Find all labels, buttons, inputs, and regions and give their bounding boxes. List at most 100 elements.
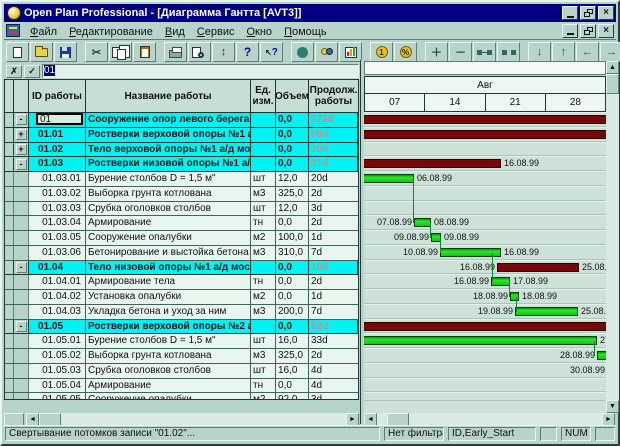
gantt-task-bar[interactable] [414,218,431,227]
print-preview-icon[interactable] [188,42,211,62]
cell-activity-name[interactable]: Установка опалубки [86,290,251,304]
cell-activity-name[interactable]: Сооружение опор левого берега [86,113,251,127]
cell-unit[interactable]: м2 [251,290,276,304]
cell-duration[interactable]: 52d [309,320,358,334]
cell-unit[interactable]: тн [251,379,276,393]
cell-activity-name[interactable]: Тело верховой опоры №1 а/д моста [86,143,251,157]
cell-activity-name[interactable]: Выборка грунта котлована [86,349,251,363]
cell-duration[interactable]: 1d [309,290,358,304]
cell-activity-id[interactable]: 01.05.01 [29,334,86,348]
confirm-icon[interactable]: ✓ [24,65,40,78]
cell-activity-id[interactable]: 01.04.02 [29,290,86,304]
cell-volume[interactable]: 0,0 [276,275,309,289]
gantt-summary-bar[interactable] [364,130,606,139]
cell-volume[interactable]: 0,0 [276,379,309,393]
menu-помощь[interactable]: Помощь [278,25,333,39]
cell-duration[interactable]: 2d [309,275,358,289]
close-button[interactable]: × [598,6,614,20]
cell-activity-id[interactable]: 01.05.05 [29,393,86,399]
cell-volume[interactable]: 12,0 [276,202,309,216]
cell-duration[interactable]: 4d [309,364,358,378]
collapse-icon[interactable]: - [16,114,27,125]
cell-activity-id[interactable]: 01.05 [29,320,86,334]
cut-icon[interactable]: ✂ [85,42,108,62]
cell-unit[interactable] [251,128,276,142]
cell-unit[interactable]: м3 [251,349,276,363]
cell-activity-id[interactable]: 01.02 [29,143,86,157]
menu-вид[interactable]: Вид [159,25,191,39]
cell-activity-name[interactable]: Армирование тела [86,275,251,289]
scroll-down-icon[interactable]: ▼ [606,400,619,413]
gantt-task-bar[interactable] [364,336,597,345]
cell-activity-id[interactable]: 01.03.01 [29,172,86,186]
cell-volume[interactable]: 92,0 [276,393,309,399]
cell-duration[interactable]: 3d [309,393,358,399]
open-project-icon[interactable] [30,42,53,62]
cell-unit[interactable] [251,113,276,127]
mdi-minimize-button[interactable] [562,24,578,38]
new-document-icon[interactable] [6,42,29,62]
minimize-button[interactable] [562,6,578,20]
arrow-right-icon[interactable]: → [600,42,620,62]
cell-duration[interactable]: 4d [309,379,358,393]
cell-activity-name[interactable]: Выборка грунта котлована [86,187,251,201]
cell-volume[interactable]: 0,0 [276,143,309,157]
sort-updown-icon[interactable]: ↕ [212,42,235,62]
cell-activity-name[interactable]: Ростверки верховой опоры №2 а/д [86,320,251,334]
cell-unit[interactable] [251,143,276,157]
cell-duration[interactable]: 10d [309,261,358,275]
cell-unit[interactable] [251,261,276,275]
cell-duration[interactable]: 173d [309,113,358,127]
restore-button[interactable] [580,6,596,20]
cell-duration[interactable]: 7d [309,305,358,319]
cell-unit[interactable]: м2 [251,231,276,245]
cell-volume[interactable]: 325,0 [276,187,309,201]
collapse-icon[interactable]: - [16,262,27,273]
gantt-task-bar[interactable] [364,174,414,183]
cell-activity-id[interactable]: 01.05.04 [29,379,86,393]
cell-volume[interactable]: 0,0 [276,320,309,334]
document-icon[interactable] [6,24,20,37]
cell-volume[interactable]: 0,0 [276,216,309,230]
active-cell[interactable]: 01 [36,113,83,125]
remove-activity-icon[interactable]: － [449,42,472,62]
cell-activity-id[interactable]: 01.03.03 [29,202,86,216]
copy-icon[interactable] [109,42,132,62]
cell-activity-name[interactable]: Армирование [86,216,251,230]
cell-unit[interactable]: м2 [251,393,276,399]
vertical-scroll-thumb[interactable] [606,74,619,94]
cell-activity-name[interactable]: Укладка бетона и уход за ним [86,305,251,319]
cell-unit[interactable]: шт [251,334,276,348]
cell-volume[interactable]: 200,0 [276,305,309,319]
expand-icon[interactable]: + [16,129,27,140]
menu-редактирование[interactable]: Редактирование [63,25,159,39]
col-header-duration[interactable]: Продолж. работы [309,80,358,112]
cell-unit[interactable]: шт [251,364,276,378]
cell-duration[interactable]: 2d [309,349,358,363]
cell-duration[interactable]: 7d [309,246,358,260]
cell-activity-id[interactable]: 01.01 [29,128,86,142]
collapse-icon[interactable]: - [16,159,27,170]
mdi-close-button[interactable]: × [598,24,614,38]
cell-activity-name[interactable]: Бетонирование и выстойка бетона [86,246,251,260]
gantt-task-bar[interactable] [491,277,510,286]
cell-duration[interactable]: 33d [309,334,358,348]
gantt-task-bar[interactable] [510,292,519,301]
cell-volume[interactable]: 325,0 [276,349,309,363]
add-activity-icon[interactable]: ＋ [425,42,448,62]
mdi-restore-button[interactable] [580,24,596,38]
collapse-icon[interactable]: - [16,321,27,332]
gantt-task-bar[interactable] [515,307,578,316]
cell-activity-id[interactable]: 01.05.03 [29,364,86,378]
cell-unit[interactable]: шт [251,172,276,186]
arrow-left-icon[interactable]: ← [576,42,599,62]
cell-activity-name[interactable]: Ростверки низовой опоры №1 а/д м [86,157,251,171]
cell-unit[interactable]: тн [251,216,276,230]
cell-activity-id[interactable]: 01.03.02 [29,187,86,201]
cell-duration[interactable]: 31d [309,157,358,171]
cost-icon[interactable]: 1 [370,42,393,62]
cell-unit[interactable]: м3 [251,187,276,201]
cell-activity-id[interactable]: 01 [29,113,86,127]
cell-activity-id[interactable]: 01.04 [29,261,86,275]
scroll-up-icon[interactable]: ▲ [606,61,619,74]
